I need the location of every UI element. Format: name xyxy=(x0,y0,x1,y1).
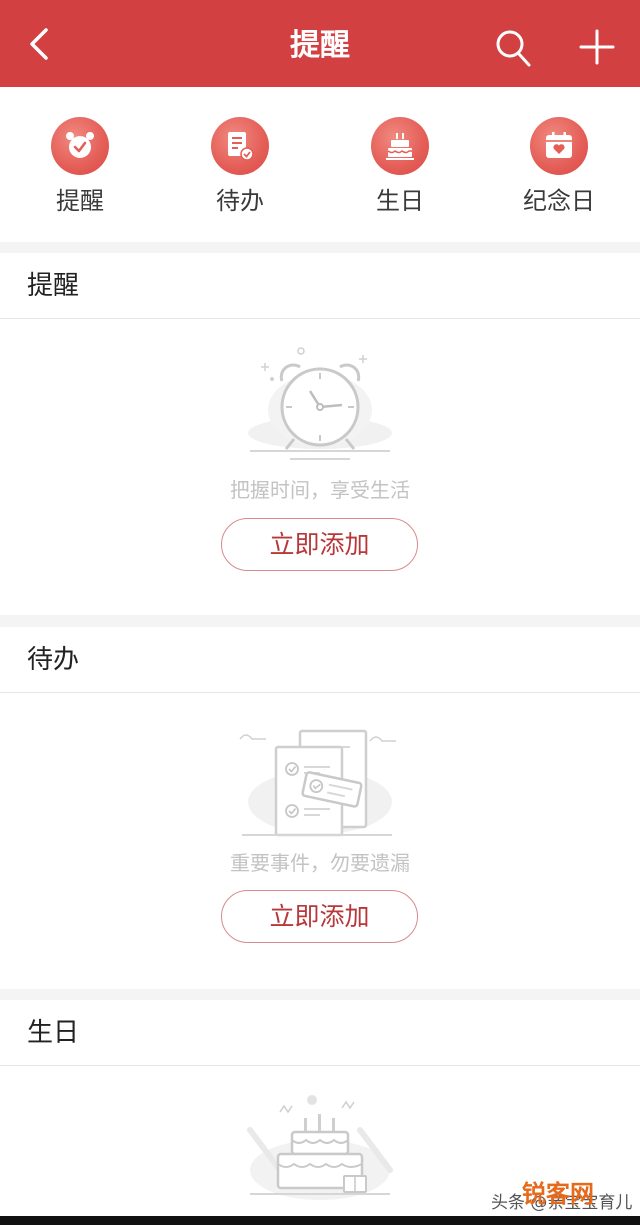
category-label: 纪念日 xyxy=(523,187,595,215)
alarm-clock-illustration xyxy=(248,347,392,460)
section-todo: 待办 重要事件，勿要遗漏 立即添加 xyxy=(0,627,640,989)
section-title: 提醒 xyxy=(0,253,640,319)
category-birthday[interactable]: 生日 xyxy=(340,117,460,217)
search-icon[interactable] xyxy=(494,28,532,68)
category-label: 生日 xyxy=(376,187,424,215)
birthday-cake-illustration xyxy=(247,1095,393,1200)
birthday-cake-icon xyxy=(371,117,429,175)
add-todo-button[interactable]: 立即添加 xyxy=(221,890,418,943)
add-reminder-button[interactable]: 立即添加 xyxy=(221,518,418,571)
category-reminder[interactable]: 提醒 xyxy=(20,117,140,217)
bottom-edge xyxy=(0,1216,640,1225)
category-row: 提醒 待办 生日 纪念日 xyxy=(0,87,640,242)
section-title: 待办 xyxy=(0,627,640,693)
watermark-logo: 锐客网 xyxy=(522,1180,594,1208)
section-title: 生日 xyxy=(0,1000,640,1066)
reminder-page: 提醒 提醒 待办 生日 纪念日 提醒 把握时间，享受生活 立即添加 待办 重要事… xyxy=(0,0,640,1225)
page-title: 提醒 xyxy=(290,28,350,63)
section-reminder: 提醒 把握时间，享受生活 立即添加 xyxy=(0,253,640,615)
todo-list-icon xyxy=(211,117,269,175)
calendar-heart-icon xyxy=(530,117,588,175)
category-label: 待办 xyxy=(216,187,264,215)
plus-icon[interactable] xyxy=(578,28,616,66)
category-todo[interactable]: 待办 xyxy=(180,117,300,217)
category-anniversary[interactable]: 纪念日 xyxy=(499,117,619,217)
todo-documents-illustration xyxy=(239,729,396,837)
category-label: 提醒 xyxy=(56,187,104,215)
empty-hint: 把握时间，享受生活 xyxy=(230,478,410,502)
empty-hint: 重要事件，勿要遗漏 xyxy=(230,851,410,875)
alarm-clock-icon xyxy=(51,117,109,175)
top-bar: 提醒 xyxy=(0,0,640,87)
